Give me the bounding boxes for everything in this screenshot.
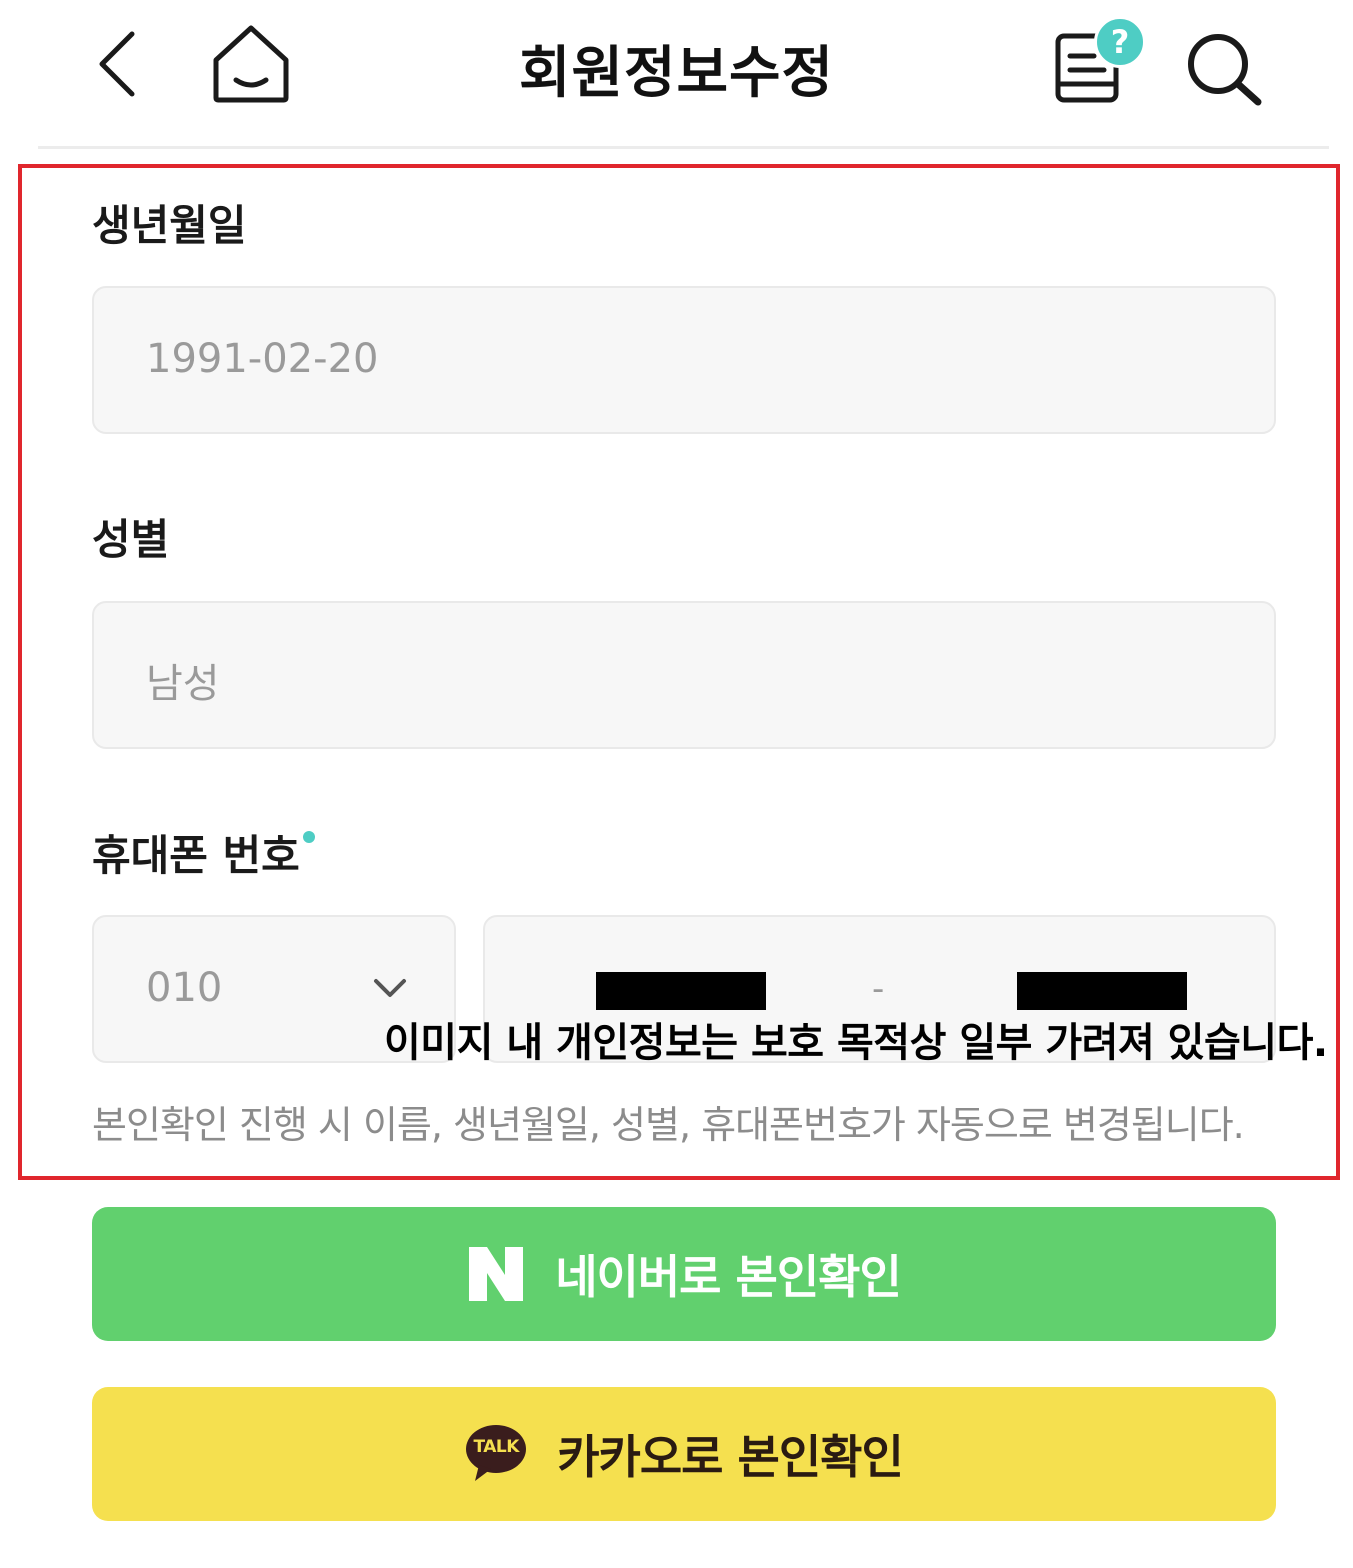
help-button[interactable]: ?: [1052, 14, 1146, 106]
header-divider: [38, 146, 1329, 149]
kakao-talk-icon: TALK: [465, 1423, 527, 1485]
phone-label: 휴대폰 번호: [92, 831, 300, 880]
birth-value: 1991-02-20: [146, 336, 379, 382]
gender-label: 성별: [92, 515, 170, 564]
privacy-notice: 이미지 내 개인정보는 보호 목적상 일부 가려져 있습니다.: [384, 1020, 1328, 1066]
search-icon: [1188, 34, 1262, 106]
phone-prefix-value: 010: [146, 965, 223, 1011]
redaction-mask: [596, 972, 766, 1010]
kakao-logo-text: TALK: [473, 1437, 519, 1457]
naver-verify-button[interactable]: 네이버로 본인확인: [92, 1207, 1276, 1341]
birth-label: 생년월일: [92, 201, 247, 250]
naver-logo-icon: [469, 1247, 524, 1301]
phone-separator: -: [872, 969, 885, 1009]
gender-value: 남성: [146, 661, 220, 707]
birth-field[interactable]: 1991-02-20: [92, 286, 1276, 434]
page-title: 회원정보수정: [518, 41, 835, 106]
search-button[interactable]: [1184, 30, 1264, 106]
redaction-mask: [1017, 972, 1187, 1010]
chevron-down-icon: [374, 979, 406, 997]
required-indicator: [303, 831, 315, 843]
gender-field[interactable]: 남성: [92, 601, 1276, 749]
kakao-verify-button[interactable]: TALK 카카오로 본인확인: [92, 1387, 1276, 1521]
naver-verify-label: 네이버로 본인확인: [555, 1250, 902, 1304]
kakao-verify-label: 카카오로 본인확인: [557, 1430, 904, 1484]
help-badge: ?: [1094, 16, 1146, 68]
helper-text: 본인확인 진행 시 이름, 생년월일, 성별, 휴대폰번호가 자동으로 변경됩니…: [92, 1103, 1245, 1147]
